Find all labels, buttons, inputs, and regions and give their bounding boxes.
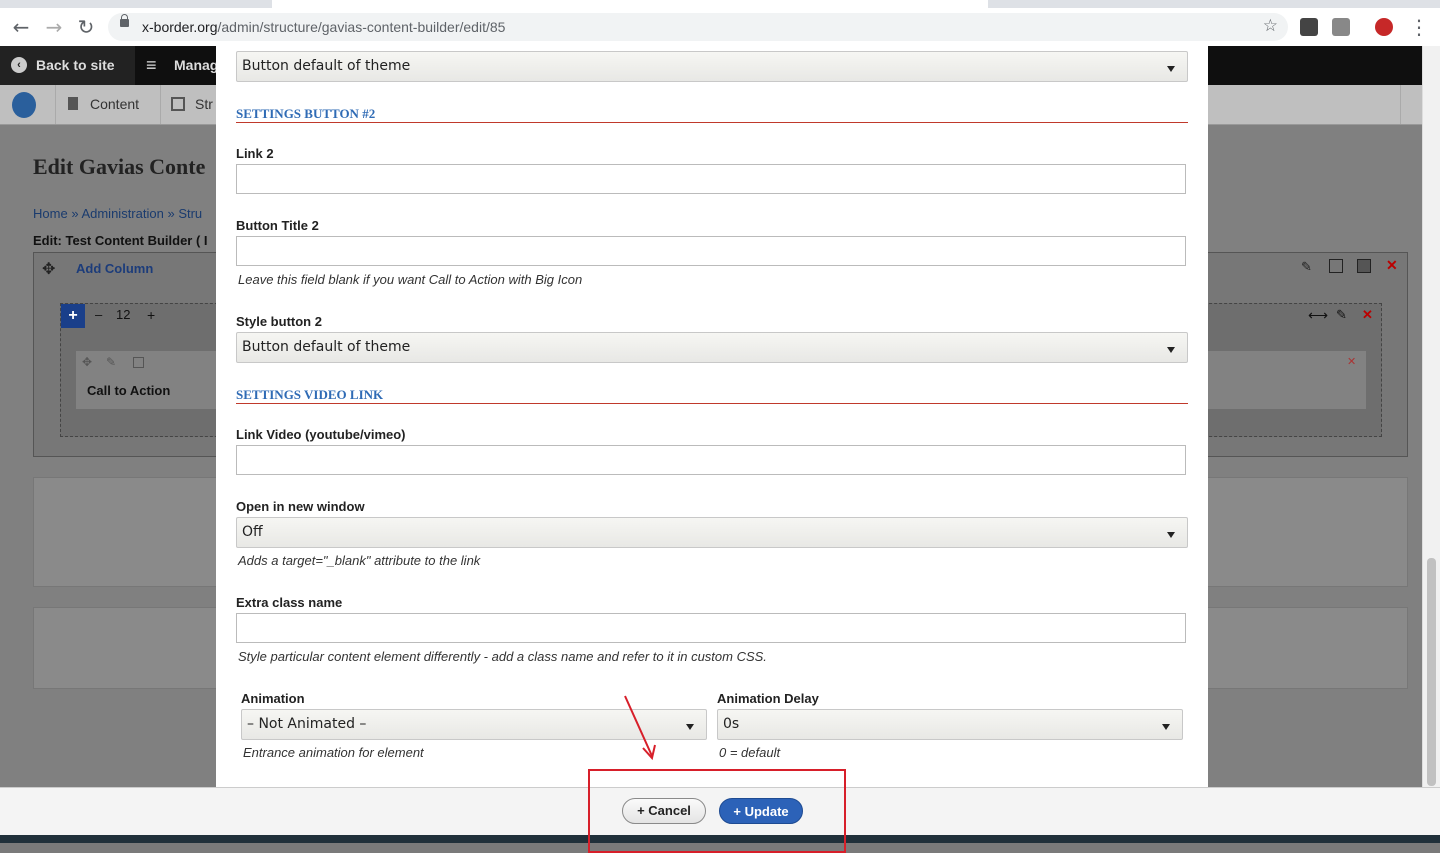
animation-delay-value: 0s xyxy=(723,716,740,732)
menu-kebab-icon[interactable]: ⋮ xyxy=(1408,16,1430,38)
browser-chrome: ← → ↻ x-border.org/admin/structure/gavia… xyxy=(0,0,1440,47)
style-button-1-value: Button default of theme xyxy=(242,58,411,74)
chevron-down-icon xyxy=(686,724,694,730)
section-heading-button2: SETTINGS BUTTON #2 xyxy=(236,106,1188,123)
animation-label: Animation xyxy=(241,691,305,706)
move-icon[interactable]: ✥ xyxy=(42,259,55,279)
bookmark-star-icon[interactable]: ☆ xyxy=(1263,16,1278,36)
style-button2-label: Style button 2 xyxy=(236,314,322,329)
reload-icon[interactable]: ↻ xyxy=(75,16,97,38)
animation-delay-select[interactable]: 0s xyxy=(717,709,1183,740)
animation-delay-help: 0 = default xyxy=(719,745,781,760)
toolbar-structure[interactable]: Str xyxy=(160,85,217,124)
forward-icon[interactable]: → xyxy=(43,16,65,38)
style-button2-select[interactable]: Button default of theme xyxy=(236,332,1188,363)
rss-extension-icon[interactable] xyxy=(1332,18,1350,36)
breadcrumb-sep: » xyxy=(167,206,175,221)
animation-help: Entrance animation for element xyxy=(243,745,424,760)
chevron-down-icon xyxy=(1167,532,1175,538)
breadcrumb-home[interactable]: Home xyxy=(33,206,68,221)
link2-input[interactable] xyxy=(236,164,1186,194)
profile-extension-icon[interactable] xyxy=(1375,18,1393,36)
url-text[interactable]: x-border.org/admin/structure/gavias-cont… xyxy=(142,19,505,35)
page-title: Edit Gavias Conte xyxy=(33,154,206,179)
extra-class-help: Style particular content element differe… xyxy=(238,649,767,664)
hamburger-icon: ≡ xyxy=(146,55,157,75)
scrollbar-thumb[interactable] xyxy=(1427,558,1436,786)
page-scrollbar[interactable] xyxy=(1422,46,1440,787)
new-window-help: Adds a target="_blank" attribute to the … xyxy=(238,553,481,568)
new-window-label: Open in new window xyxy=(236,499,365,514)
chevron-down-icon xyxy=(1167,347,1175,353)
drupal-logo-icon[interactable] xyxy=(8,85,44,124)
element-copy-icon[interactable] xyxy=(133,357,144,368)
delete-row-icon[interactable]: ✕ xyxy=(1386,257,1398,274)
tab-strip xyxy=(0,0,1440,8)
annotation-arrow xyxy=(624,695,656,761)
annotation-box xyxy=(588,769,846,853)
section-heading-video: SETTINGS VIDEO LINK xyxy=(236,387,1188,404)
manage-label: Manag xyxy=(174,57,219,73)
new-window-value: Off xyxy=(242,524,263,540)
manage-menu[interactable]: ≡ Manag xyxy=(136,46,226,85)
add-element-button[interactable]: + xyxy=(61,304,85,328)
edit-pencil-icon[interactable]: ✎ xyxy=(1301,259,1312,275)
paste-icon[interactable] xyxy=(1357,259,1371,273)
style-button-1-select[interactable]: Button default of theme xyxy=(236,51,1188,82)
style-button2-value: Button default of theme xyxy=(242,339,411,355)
toolbar-collapse-icon[interactable] xyxy=(1400,85,1423,124)
element-name: Call to Action xyxy=(87,383,171,398)
animation-delay-label: Animation Delay xyxy=(717,691,819,706)
resize-icon[interactable]: ⟷ xyxy=(1308,307,1328,324)
link2-label: Link 2 xyxy=(236,146,274,161)
column-edit-icon[interactable]: ✎ xyxy=(1336,307,1347,323)
url-path: /admin/structure/gavias-content-builder/… xyxy=(217,19,506,35)
breadcrumb-administration[interactable]: Administration xyxy=(81,206,163,221)
button-title2-help: Leave this field blank if you want Call … xyxy=(238,272,583,287)
back-arrow-icon: ‹ xyxy=(11,57,27,73)
lock-icon xyxy=(120,14,129,27)
extra-class-input[interactable] xyxy=(236,613,1186,643)
animation-value: – Not Animated – xyxy=(247,716,367,732)
link-video-input[interactable] xyxy=(236,445,1186,475)
structure-label: Str xyxy=(195,96,213,112)
download-extension-icon[interactable] xyxy=(1300,18,1318,36)
element-settings-modal: Button default of theme SETTINGS BUTTON … xyxy=(216,46,1208,787)
document-icon xyxy=(68,97,78,110)
element-move-icon[interactable]: ✥ xyxy=(82,355,92,369)
breadcrumb: Home » Administration » Stru xyxy=(33,206,202,221)
address-bar[interactable]: x-border.org/admin/structure/gavias-cont… xyxy=(108,13,1288,41)
new-window-select[interactable]: Off xyxy=(236,517,1188,548)
copy-icon[interactable] xyxy=(1329,259,1343,273)
url-host: x-border.org xyxy=(142,19,218,35)
structure-icon xyxy=(171,97,185,111)
column-size: 12 xyxy=(116,307,131,322)
column-decrease-button[interactable]: – xyxy=(95,307,102,322)
edit-heading: Edit: Test Content Builder ( I xyxy=(33,233,208,248)
content-label: Content xyxy=(90,96,140,112)
column-delete-icon[interactable]: ✕ xyxy=(1362,307,1373,323)
active-tab[interactable] xyxy=(272,0,988,8)
breadcrumb-sep: » xyxy=(71,206,79,221)
toolbar-content[interactable]: Content xyxy=(55,85,161,124)
link-video-label: Link Video (youtube/vimeo) xyxy=(236,427,406,442)
button-title2-input[interactable] xyxy=(236,236,1186,266)
back-to-site-label: Back to site xyxy=(36,57,115,73)
column-increase-button[interactable]: + xyxy=(147,307,155,323)
chevron-down-icon xyxy=(1162,724,1170,730)
back-to-site-link[interactable]: ‹ Back to site xyxy=(0,46,135,85)
add-column-button[interactable]: Add Column xyxy=(76,261,153,276)
breadcrumb-structure[interactable]: Stru xyxy=(178,206,202,221)
button-title2-label: Button Title 2 xyxy=(236,218,319,233)
element-delete-icon[interactable]: ✕ xyxy=(1347,355,1356,368)
element-edit-icon[interactable]: ✎ xyxy=(106,355,116,369)
extra-class-label: Extra class name xyxy=(236,595,343,610)
back-icon[interactable]: ← xyxy=(10,16,32,38)
chevron-down-icon xyxy=(1167,66,1175,72)
